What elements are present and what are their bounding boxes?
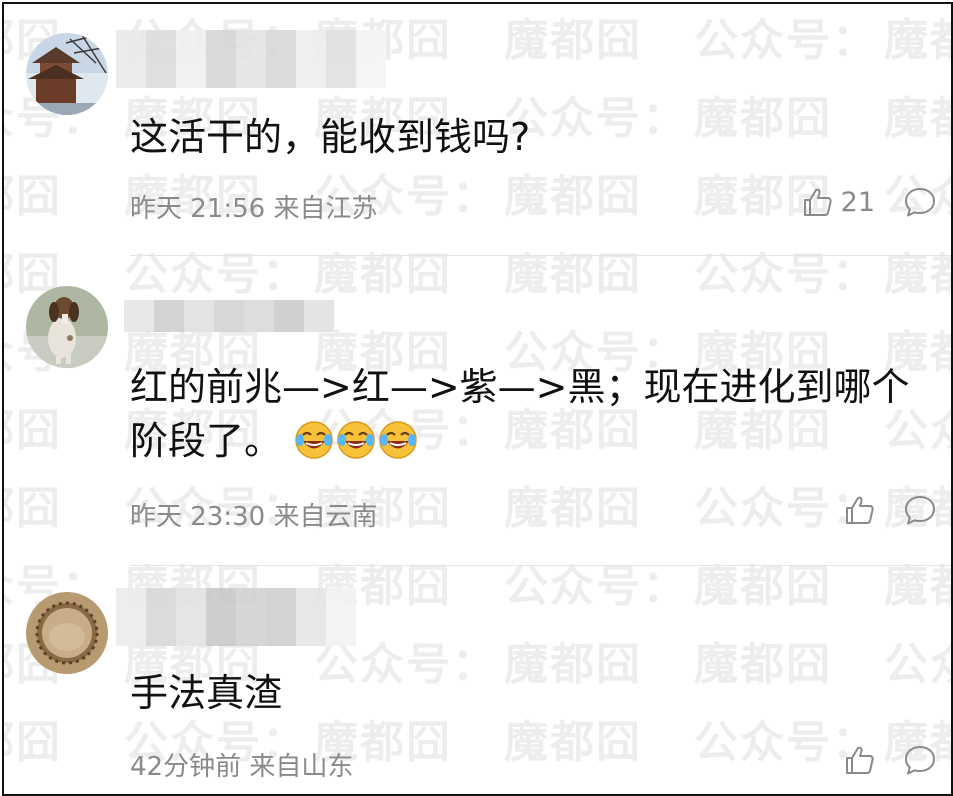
laugh-cry-emoji xyxy=(337,421,375,459)
comment-text: 这活干的，能收到钱吗? xyxy=(130,115,531,159)
avatar[interactable] xyxy=(26,33,108,115)
comment-text: 红的前兆—>红—>紫—>黑；现在进化到哪个阶段了。 xyxy=(130,360,940,468)
comment-time: 昨天 23:30 xyxy=(130,502,266,532)
thumbs-up-icon xyxy=(846,496,874,524)
reply-button[interactable] xyxy=(903,186,937,218)
comment-actions: 21 xyxy=(801,186,937,218)
comment-text-body: 红的前兆—>红—>紫—>黑；现在进化到哪个阶段了。 xyxy=(130,365,910,463)
blurred-username xyxy=(116,588,356,646)
comment-actions xyxy=(843,494,937,526)
comment-bubble-icon xyxy=(905,188,935,217)
comment-bubble-icon xyxy=(905,746,935,775)
like-count: 21 xyxy=(840,186,875,218)
comment-meta: 昨天 21:56 来自江苏 xyxy=(130,188,377,225)
emoji-group xyxy=(294,419,420,463)
comment-item: 红的前兆—>红—>紫—>黑；现在进化到哪个阶段了。 昨天 23:30 来自云南 xyxy=(4,256,951,566)
comment-meta: 昨天 23:30 来自云南 xyxy=(130,496,377,533)
comment-location: 来自山东 xyxy=(249,752,354,782)
thumbs-up-icon xyxy=(803,188,832,216)
comment-actions xyxy=(843,744,937,776)
laugh-cry-emoji xyxy=(379,421,417,459)
reply-button[interactable] xyxy=(903,494,937,526)
comment-meta: 42分钟前 来自山东 xyxy=(130,746,353,783)
comment-bubble-icon xyxy=(905,496,935,525)
comment-list-frame: 魔都囧公众号：魔都囧魔都囧公众号：魔都囧公众号：魔都囧魔都囧公众号：魔都囧魔都囧… xyxy=(2,2,953,796)
comment-item: 这活干的，能收到钱吗? 昨天 21:56 来自江苏 21 xyxy=(4,4,951,256)
blurred-username xyxy=(124,300,334,332)
thumbs-up-icon xyxy=(846,746,874,774)
comment-location: 来自云南 xyxy=(273,502,378,532)
crater-avatar xyxy=(26,592,108,674)
blurred-username xyxy=(116,30,386,88)
comment-text: 手法真渣 xyxy=(130,671,283,715)
dog-avatar xyxy=(26,286,108,368)
laugh-cry-emoji xyxy=(295,421,333,459)
comment-time: 昨天 21:56 xyxy=(130,194,266,224)
avatar[interactable] xyxy=(26,592,108,674)
comment-location: 来自江苏 xyxy=(273,194,378,224)
comment-time: 42分钟前 xyxy=(130,752,242,782)
reply-button[interactable] xyxy=(903,744,937,776)
like-button[interactable] xyxy=(843,744,875,776)
pagoda-tree-avatar xyxy=(26,33,108,115)
comment-item: 手法真渣 42分钟前 来自山东 xyxy=(4,566,951,794)
avatar[interactable] xyxy=(26,286,108,368)
like-button[interactable] xyxy=(843,494,875,526)
like-button[interactable]: 21 xyxy=(801,186,875,218)
